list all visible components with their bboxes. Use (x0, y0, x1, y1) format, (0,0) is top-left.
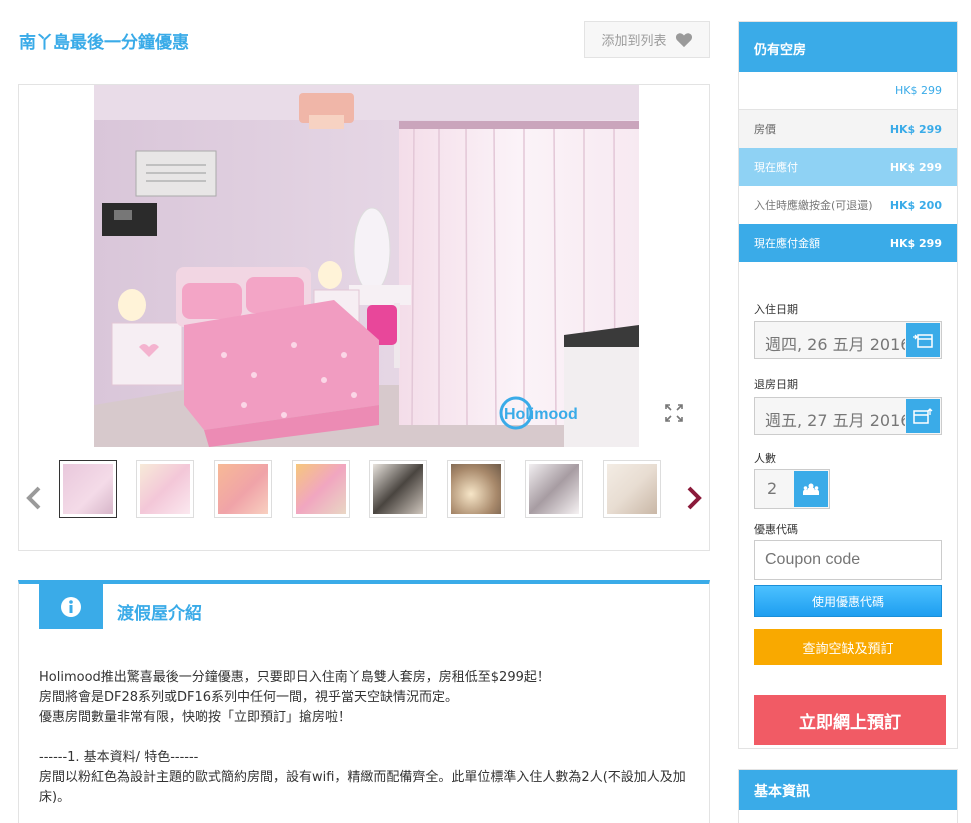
availability-header: 仍有空房 (739, 22, 957, 72)
price-row-label: 現在應付金額 (754, 237, 820, 250)
info-icon (61, 596, 81, 617)
price-row-label: 入住時應繳按金(可退還) (754, 199, 873, 212)
coupon-label: 優惠代碼 (754, 523, 798, 536)
price-row-pay-now: 現在應付 HK$ 299 (739, 148, 957, 186)
intro-line: 房間將會是DF28系列或DF16系列中任何一間，視乎當天空缺情況而定。 (39, 690, 459, 705)
intro-line: ------1. 基本資料/ 特色------ (39, 750, 199, 765)
checkout-label: 退房日期 (754, 378, 798, 391)
basic-info-header: 基本資訊 (739, 770, 957, 810)
guests-label: 人數 (754, 452, 776, 465)
price-row-room: 房價 HK$ 299 (739, 110, 957, 148)
thumbnail-8[interactable] (603, 460, 661, 518)
photo-gallery: Holimood (18, 84, 710, 551)
price-row-label: 現在應付 (754, 161, 798, 174)
chevron-left-icon[interactable] (25, 486, 43, 510)
thumbnail-1[interactable] (59, 460, 117, 518)
thumbnail-7[interactable] (525, 460, 583, 518)
intro-icon-box (39, 584, 103, 629)
checkout-date-field[interactable]: 週五, 27 五月 2016 (754, 397, 942, 435)
calendar-in-icon (913, 334, 933, 348)
page-title: 南丫島最後一分鐘優惠 (19, 33, 189, 53)
guests-value: 2 (767, 479, 778, 498)
intro-section: 渡假屋介紹 Holimood推出驚喜最後一分鐘優惠，只要即日入住南丫島雙人套房，… (18, 580, 710, 823)
people-icon (803, 483, 819, 495)
coupon-input[interactable] (754, 540, 942, 580)
expand-icon[interactable] (664, 403, 684, 423)
watermark-text: Holimood (504, 406, 578, 423)
thumbnail-6[interactable] (447, 460, 505, 518)
price-row-value: HK$ 299 (889, 122, 942, 136)
from-price: HK$ 299 (739, 72, 957, 110)
book-now-button[interactable]: 立即網上預訂 (754, 695, 946, 745)
guests-field[interactable]: 2 (754, 469, 830, 509)
room-photo: Holimood (94, 85, 639, 447)
checkout-date-value: 週五, 27 五月 2016 (765, 411, 905, 430)
checkin-calendar-button[interactable] (906, 323, 940, 357)
heart-icon (675, 32, 692, 47)
calendar-out-icon (913, 408, 933, 424)
apply-coupon-button[interactable]: 使用優惠代碼 (754, 585, 942, 617)
main-photo[interactable]: Holimood (94, 85, 639, 447)
checkin-date-field[interactable]: 週四, 26 五月 2016 (754, 321, 942, 359)
price-row-value: HK$ 200 (889, 198, 942, 212)
checkin-label: 入住日期 (754, 303, 798, 316)
intro-line: 優惠房間數量非常有限，快啲按「立即預訂」搶房啦！ (39, 710, 352, 725)
thumbnail-5[interactable] (369, 460, 427, 518)
thumbnail-3[interactable] (214, 460, 272, 518)
wishlist-label: 添加到列表 (601, 34, 667, 49)
intro-body: Holimood推出驚喜最後一分鐘優惠，只要即日入住南丫島雙人套房，房租低至$2… (39, 668, 699, 808)
basic-info-panel: 基本資訊 (738, 769, 958, 823)
booking-panel: 仍有空房 HK$ 299 房價 HK$ 299 現在應付 HK$ 299 入住時… (738, 21, 958, 749)
checkin-date-value: 週四, 26 五月 2016 (765, 335, 905, 354)
checkout-calendar-button[interactable] (906, 399, 940, 433)
intro-line: Holimood推出驚喜最後一分鐘優惠，只要即日入住南丫島雙人套房，房租低至$2… (39, 670, 550, 685)
add-to-wishlist-button[interactable]: 添加到列表 (584, 21, 710, 58)
check-availability-button[interactable]: 查詢空缺及預訂 (754, 629, 942, 665)
guests-button[interactable] (794, 471, 828, 507)
price-row-deposit: 入住時應繳按金(可退還) HK$ 200 (739, 186, 957, 224)
price-row-value: HK$ 299 (889, 236, 942, 250)
chevron-right-icon[interactable] (685, 486, 703, 510)
price-row-label: 房價 (754, 123, 776, 136)
thumbnail-4[interactable] (292, 460, 350, 518)
price-row-total: 現在應付金額 HK$ 299 (739, 224, 957, 262)
intro-title: 渡假屋介紹 (117, 604, 202, 624)
price-row-value: HK$ 299 (889, 160, 942, 174)
thumbnail-2[interactable] (136, 460, 194, 518)
intro-line: 房間以粉紅色為設計主題的歐式簡約房間，設有wifi，精緻而配備齊全。此單位標準入… (39, 770, 686, 805)
